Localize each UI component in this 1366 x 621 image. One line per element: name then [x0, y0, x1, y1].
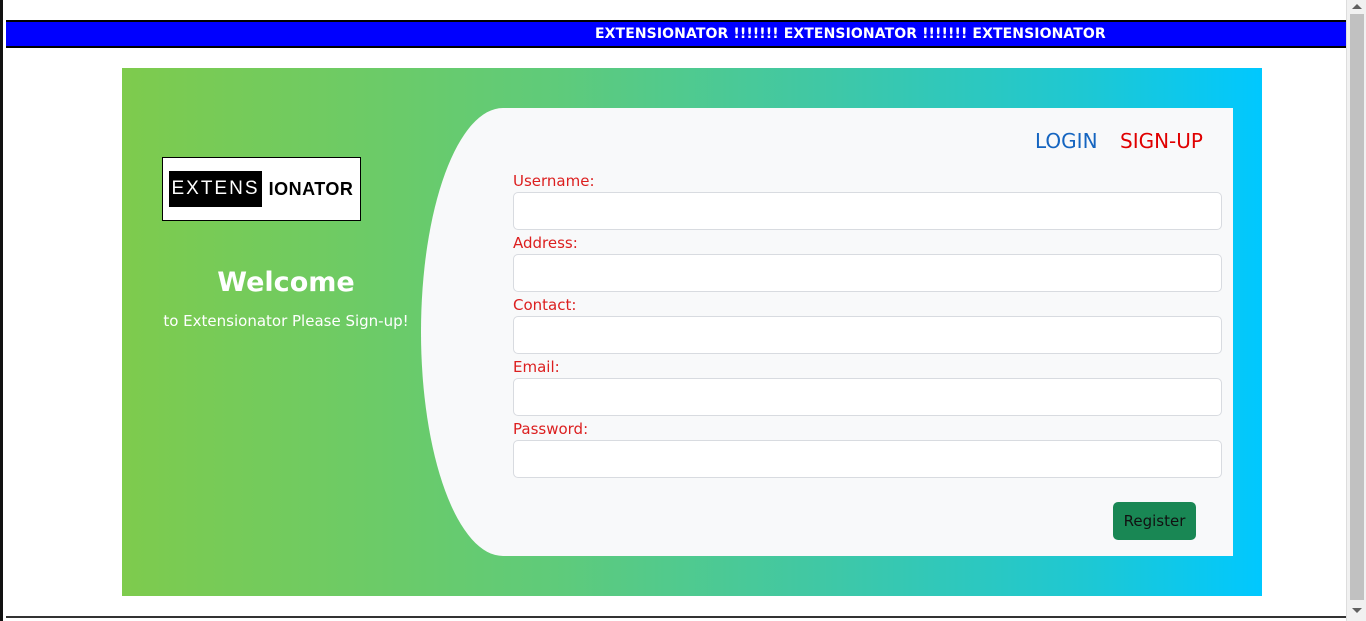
bottom-border — [6, 616, 1349, 621]
logo-text-light: IONATOR — [268, 179, 354, 199]
username-label: Username: — [513, 172, 595, 190]
password-input[interactable] — [513, 440, 1222, 478]
brand-logo: EXTENS IONATOR — [162, 157, 361, 221]
register-button[interactable]: Register — [1113, 502, 1196, 540]
scrolling-banner: EXTENSIONATOR !!!!!!! EXTENSIONATOR !!!!… — [6, 20, 1349, 48]
password-label: Password: — [513, 420, 589, 438]
login-link[interactable]: LOGIN — [1035, 129, 1098, 153]
scrollbar-thumb[interactable] — [1350, 14, 1364, 600]
signup-card: EXTENS IONATOR Welcome to Extensionator … — [122, 68, 1262, 596]
scroll-up-arrow-icon[interactable] — [1352, 4, 1362, 9]
address-input[interactable] — [513, 254, 1222, 292]
username-input[interactable] — [513, 192, 1222, 230]
scroll-down-arrow-icon[interactable] — [1352, 608, 1362, 613]
welcome-title: Welcome — [217, 267, 355, 298]
email-input[interactable] — [513, 378, 1222, 416]
contact-input[interactable] — [513, 316, 1222, 354]
contact-label: Contact: — [513, 296, 577, 314]
banner-text: EXTENSIONATOR !!!!!!! EXTENSIONATOR !!!!… — [595, 26, 1106, 42]
signup-link[interactable]: SIGN-UP — [1120, 129, 1203, 153]
logo-text-dark: EXTENS — [169, 171, 262, 207]
welcome-subtitle: to Extensionator Please Sign-up! — [163, 312, 409, 330]
email-label: Email: — [513, 358, 560, 376]
address-label: Address: — [513, 234, 578, 252]
browser-viewport: EXTENSIONATOR !!!!!!! EXTENSIONATOR !!!!… — [0, 0, 1366, 621]
vertical-scrollbar[interactable] — [1346, 0, 1366, 621]
